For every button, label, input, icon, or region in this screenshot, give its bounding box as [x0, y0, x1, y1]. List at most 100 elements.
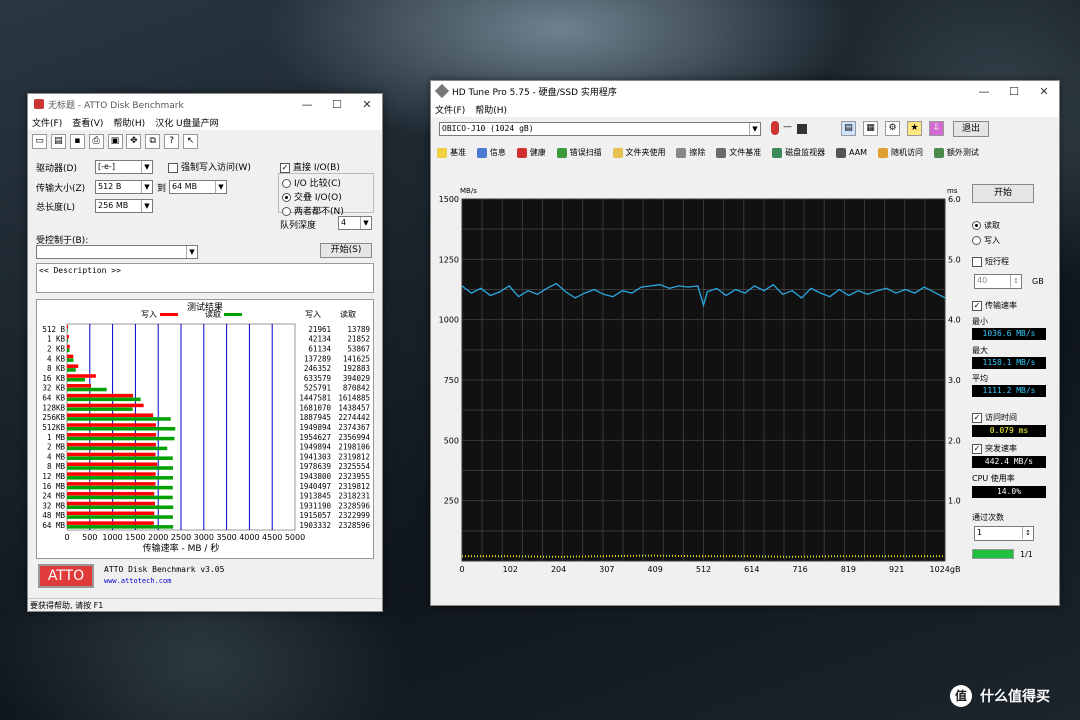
direct-io-checkbox[interactable]: ✓ 直接 I/O(B) — [280, 160, 340, 173]
erase-icon — [676, 147, 687, 158]
transfer-to-select[interactable]: 64 MB ▼ — [169, 180, 227, 194]
atto-titlebar[interactable]: 无标题 - ATTO Disk Benchmark — ☐ ✕ — [28, 94, 382, 114]
copy-icon[interactable]: ⧉ — [145, 134, 161, 149]
tab-label: 信息 — [489, 148, 506, 157]
avg-label: 平均 — [972, 374, 988, 383]
description-field[interactable]: << Description >> — [36, 263, 374, 293]
io-compare-radio[interactable]: I/O 比较(C) — [282, 176, 373, 189]
write-value: 633579 — [304, 374, 331, 383]
read-bar — [67, 515, 173, 519]
write-bar — [67, 462, 158, 467]
tab-folder-usage[interactable]: 文件夹使用 — [612, 147, 666, 158]
tab-disk-monitor[interactable]: 磁盘监视器 — [772, 147, 825, 158]
io-overlap-radio[interactable]: 交叠 I/O(O) — [282, 190, 373, 203]
tab-erase[interactable]: 擦除 — [676, 147, 705, 158]
minimize-icon[interactable]: — — [969, 85, 999, 98]
tab-random-access[interactable]: 随机访问 — [877, 147, 923, 158]
menu-localization[interactable]: 汉化 U盘量产网 — [155, 116, 218, 129]
exit-button[interactable]: 退出 — [953, 121, 989, 137]
total-length-select[interactable]: 256 MB ▼ — [95, 199, 153, 213]
save-icon[interactable]: ▦ — [863, 121, 878, 136]
context-help-icon[interactable]: ↖ — [183, 134, 198, 149]
write-radio[interactable]: 写入 — [972, 235, 1000, 246]
new-file-icon[interactable]: ▭ — [32, 134, 47, 149]
write-bar — [67, 482, 156, 486]
hd-start-button[interactable]: 开始 — [972, 184, 1034, 203]
tab-extra-tests[interactable]: 额外测试 — [933, 147, 979, 158]
read-value: 53867 — [347, 344, 370, 353]
write-value: 42134 — [308, 335, 331, 344]
menu-help[interactable]: 帮助(H) — [475, 103, 507, 116]
write-value: 1954627 — [299, 433, 331, 442]
size-label: 512KB — [42, 423, 65, 432]
move-icon[interactable]: ✥ — [126, 134, 142, 149]
short-stroke-checkbox[interactable]: 短行程 — [972, 256, 1009, 267]
tab-label: 文件基准 — [729, 148, 762, 157]
options-icon[interactable]: ⚙ — [885, 121, 900, 136]
chevron-down-icon: ▼ — [215, 181, 226, 193]
temperature-value: — — [783, 122, 792, 132]
menu-file[interactable]: 文件(F) — [32, 116, 62, 129]
chevron-down-icon: ▼ — [141, 200, 152, 212]
access-time-checkbox[interactable]: ✓ 访问时间 — [972, 412, 1017, 423]
tab-file-benchmark[interactable]: 文件基准 — [716, 147, 761, 158]
write-bar — [67, 511, 155, 516]
tab-error-scan[interactable]: 错误扫描 — [556, 147, 602, 158]
hdtune-titlebar[interactable]: HD Tune Pro 5.75 - 硬盘/SSD 实用程序 — ☐ ✕ — [431, 81, 1059, 101]
tab-aam[interactable]: AAM — [836, 147, 867, 158]
start-button[interactable]: 开始(S) — [320, 243, 372, 258]
download-icon[interactable]: ⇩ — [929, 121, 944, 136]
save-icon[interactable]: ▪ — [69, 134, 85, 149]
open-folder-icon[interactable]: ▤ — [50, 134, 66, 149]
passes-input[interactable]: 1 ↕ — [974, 526, 1034, 541]
short-stroke-input[interactable]: 40 ↕ — [974, 274, 1022, 289]
force-write-label: 强制写入访问(W) — [181, 163, 251, 173]
favorites-icon[interactable]: ★ — [907, 121, 922, 136]
tab-benchmark[interactable]: 基准 — [437, 147, 466, 158]
read-value: 2323955 — [338, 472, 370, 481]
menu-view[interactable]: 查看(V) — [72, 116, 103, 129]
tab-label: 擦除 — [689, 148, 706, 157]
menu-help[interactable]: 帮助(H) — [113, 116, 145, 129]
transfer-rate-checkbox[interactable]: ✓ 传输速率 — [972, 300, 1017, 311]
passes-value: 1 — [977, 528, 983, 537]
tab-info[interactable]: 信息 — [476, 147, 506, 158]
y2-tick-label: 2.00 — [948, 436, 961, 445]
menu-file[interactable]: 文件(F) — [435, 103, 465, 116]
close-icon[interactable]: ✕ — [352, 98, 382, 111]
read-bar — [67, 476, 173, 480]
queue-depth-select[interactable]: 4 ▼ — [338, 216, 372, 230]
drive-select[interactable]: [-e-] ▼ — [95, 160, 153, 174]
help-icon[interactable]: ? — [164, 134, 180, 149]
transfer-from-select[interactable]: 512 B ▼ — [95, 180, 153, 194]
controlled-by-select[interactable]: ▼ — [36, 245, 198, 259]
read-value: 13789 — [347, 325, 370, 334]
read-radio[interactable]: 读取 — [972, 220, 1000, 231]
force-write-checkbox[interactable]: 强制写入访问(W) — [168, 160, 251, 173]
print-icon[interactable]: ⎙ — [88, 134, 104, 149]
drive-select[interactable]: OBICO-J10 (1024 gB) ▼ — [439, 122, 761, 136]
product-url[interactable]: www.attotech.com — [104, 577, 171, 585]
copy-icon[interactable]: ▤ — [841, 121, 856, 136]
tab-health[interactable]: 健康 — [516, 147, 546, 158]
burst-checkbox[interactable]: ✓ 突发速率 — [972, 443, 1017, 454]
queue-depth-value: 4 — [341, 218, 347, 227]
tab-label: 磁盘监视器 — [785, 148, 826, 157]
atto-bar-chart: 0 500 1000 1500 2000 2500 3000 3500 4000 4500 5000… — [42, 323, 370, 554]
size-label: 1 KB — [47, 335, 66, 344]
atto-menubar: 文件(F) 查看(V) 帮助(H) 汉化 U盘量产网 — [28, 114, 382, 130]
camera-icon[interactable] — [797, 124, 807, 134]
maximize-icon[interactable]: ☐ — [999, 85, 1029, 98]
read-value: 2319812 — [338, 482, 370, 491]
print-preview-icon[interactable]: ▣ — [107, 134, 123, 149]
size-label: 24 MB — [42, 492, 65, 501]
write-value: 1949894 — [299, 443, 331, 452]
write-bar — [67, 384, 91, 388]
monitor-icon — [772, 147, 783, 158]
read-bar — [67, 358, 74, 362]
read-bar — [67, 407, 133, 411]
maximize-icon[interactable]: ☐ — [322, 98, 352, 111]
close-icon[interactable]: ✕ — [1029, 85, 1059, 98]
minimize-icon[interactable]: — — [292, 98, 322, 111]
x-tick-label: 204 — [551, 565, 566, 574]
